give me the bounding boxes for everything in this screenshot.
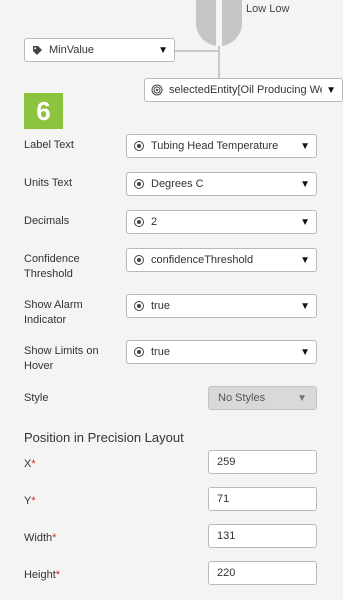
width-label: Width* bbox=[24, 532, 57, 544]
radio-icon bbox=[133, 254, 145, 266]
chevron-down-icon: ▼ bbox=[326, 84, 336, 96]
y-label: Y* bbox=[24, 495, 36, 507]
radio-icon bbox=[133, 140, 145, 152]
show-alarm-indicator-label: Show Alarm Indicator bbox=[24, 299, 83, 326]
min-value-dropdown[interactable]: MinValue ▼ bbox=[24, 38, 175, 62]
radio-icon bbox=[133, 178, 145, 190]
width-input[interactable]: 131 bbox=[208, 524, 317, 548]
x-input[interactable]: 259 bbox=[208, 450, 317, 474]
units-text-dropdown[interactable]: Degrees C ▼ bbox=[126, 172, 317, 196]
chevron-down-icon: ▼ bbox=[297, 392, 307, 404]
style-dropdown-disabled: No Styles ▼ bbox=[208, 386, 317, 410]
radio-icon bbox=[133, 216, 145, 228]
height-input[interactable]: 220 bbox=[208, 561, 317, 585]
required-marker: * bbox=[52, 532, 57, 544]
radio-icon bbox=[133, 346, 145, 358]
label-text-label: Label Text bbox=[24, 139, 74, 151]
required-marker: * bbox=[55, 569, 61, 581]
show-limits-on-hover-dropdown[interactable]: true ▼ bbox=[126, 340, 317, 364]
confidence-threshold-label: Confidence Threshold bbox=[24, 253, 80, 280]
chevron-down-icon: ▼ bbox=[300, 140, 310, 152]
min-value-dropdown-value: MinValue bbox=[49, 44, 95, 56]
decimals-dropdown[interactable]: 2 ▼ bbox=[126, 210, 317, 234]
x-label: X* bbox=[24, 458, 36, 470]
decimals-label: Decimals bbox=[24, 215, 70, 227]
position-section-title: Position in Precision Layout bbox=[24, 430, 184, 445]
connector-line-vertical-entity bbox=[218, 52, 220, 78]
chevron-down-icon: ▼ bbox=[300, 254, 310, 266]
connector-line-horizontal bbox=[174, 50, 218, 52]
chevron-down-icon: ▼ bbox=[300, 300, 310, 312]
tag-icon bbox=[31, 44, 43, 56]
target-icon bbox=[151, 84, 163, 96]
entity-dropdown[interactable]: selectedEntity[Oil Producing We ▼ bbox=[144, 78, 343, 102]
show-alarm-indicator-dropdown[interactable]: true ▼ bbox=[126, 294, 317, 318]
gauge-stem-graphic bbox=[216, 0, 222, 46]
required-marker: * bbox=[31, 458, 36, 470]
chevron-down-icon: ▼ bbox=[300, 216, 310, 228]
show-limits-on-hover-label: Show Limits on Hover bbox=[24, 345, 99, 372]
required-marker: * bbox=[31, 495, 36, 507]
chevron-down-icon: ▼ bbox=[158, 44, 168, 56]
confidence-threshold-dropdown[interactable]: confidenceThreshold ▼ bbox=[126, 248, 317, 272]
entity-dropdown-value: selectedEntity[Oil Producing We bbox=[169, 84, 323, 96]
y-input[interactable]: 71 bbox=[208, 487, 317, 511]
height-label: Height* bbox=[24, 569, 61, 581]
gauge-label: Low Low bbox=[246, 3, 290, 15]
chevron-down-icon: ▼ bbox=[300, 178, 310, 190]
units-text-label: Units Text bbox=[24, 177, 73, 189]
radio-icon bbox=[133, 300, 145, 312]
chevron-down-icon: ▼ bbox=[300, 346, 310, 358]
style-label: Style bbox=[24, 392, 49, 404]
label-text-dropdown[interactable]: Tubing Head Temperature ▼ bbox=[126, 134, 317, 158]
step-number-badge: 6 bbox=[24, 93, 63, 129]
